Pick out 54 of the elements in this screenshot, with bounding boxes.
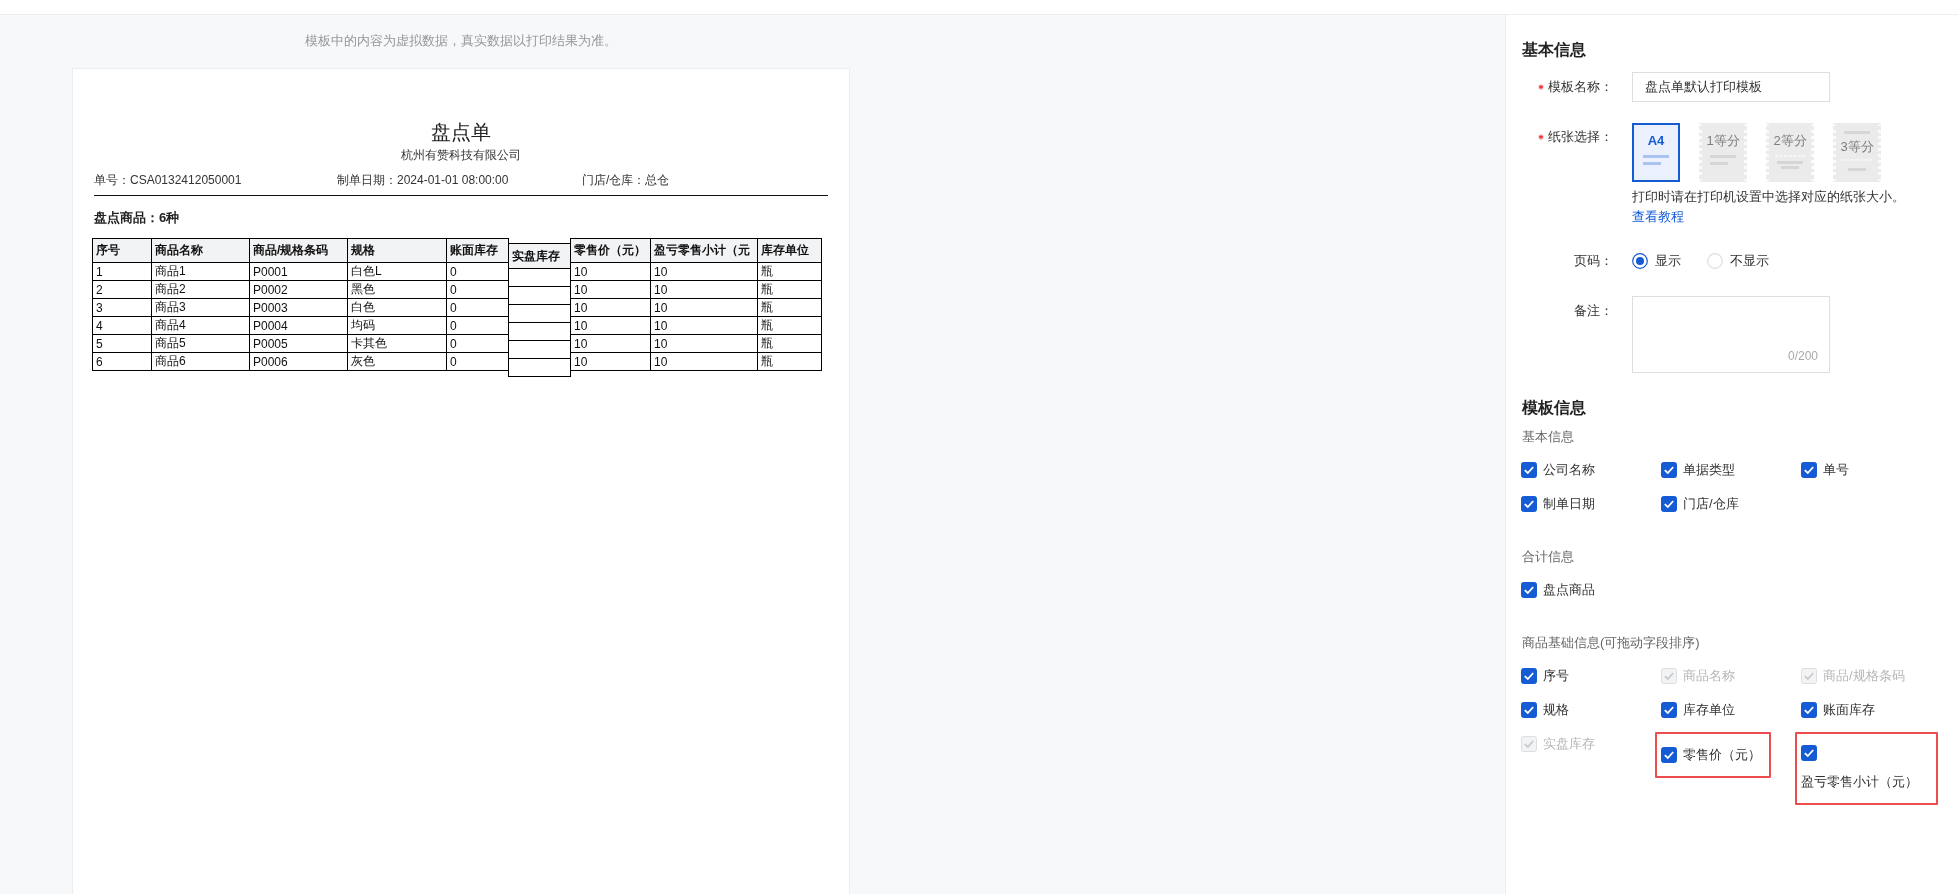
checkbox-option[interactable]: 门店/仓库: [1661, 494, 1739, 514]
form-label: 纸张选择：: [1548, 128, 1613, 146]
table-cell: 灰色: [347, 352, 447, 371]
table-header-cell: 零售价（元）: [570, 238, 651, 263]
checkbox-option[interactable]: 库存单位: [1661, 700, 1735, 720]
tutorial-link[interactable]: 查看教程: [1632, 207, 1684, 227]
group-title: 商品基础信息(可拖动字段排序): [1522, 634, 1700, 652]
checkbox-option[interactable]: 规格: [1521, 700, 1569, 720]
checkbox-option[interactable]: 零售价（元）: [1661, 745, 1761, 765]
table-header-cell: 盈亏零售小计（元: [650, 238, 758, 263]
info-field: 单号：CSA0132412050001: [94, 172, 242, 188]
checkbox-option[interactable]: 单号: [1801, 460, 1849, 480]
checkbox-option[interactable]: 单据类型: [1661, 460, 1735, 480]
company-name: 杭州有赞科技有限公司: [401, 147, 521, 163]
table-cell: 6: [92, 352, 152, 371]
document-title: 盘点单: [431, 120, 491, 145]
checkbox-option[interactable]: 盘点商品: [1521, 580, 1595, 600]
text-lines-icon: [1643, 155, 1669, 165]
paper-option[interactable]: A4: [1632, 123, 1680, 182]
checkbox-option[interactable]: 盈亏零售小计（元）: [1801, 745, 1928, 792]
text-lines-icon: [1842, 159, 1872, 173]
table-header-cell: 实盘库存: [508, 243, 571, 269]
summary-text: 盘点商品：6种: [94, 209, 180, 227]
text-lines-icon: [1775, 155, 1805, 169]
template-name-field[interactable]: 盘点单默认打印模板: [1632, 72, 1830, 102]
form-label: 备注：: [1574, 302, 1613, 320]
form-label: 页码：: [1574, 252, 1613, 270]
table-header-cell: 库存单位: [757, 238, 822, 263]
section-title: 基本信息: [1522, 40, 1586, 60]
notice-text: 模板中的内容为虚拟数据，真实数据以打印结果为准。: [305, 32, 617, 50]
radio-option[interactable]: 不显示: [1707, 251, 1769, 271]
paper-option[interactable]: 3等分: [1833, 123, 1881, 182]
table-header-cell: 账面库存: [446, 238, 509, 263]
checkbox-option[interactable]: 制单日期: [1521, 494, 1595, 514]
group-title: 基本信息: [1522, 428, 1574, 446]
table-header-cell: 商品名称: [151, 238, 250, 263]
checkbox-option[interactable]: 账面库存: [1801, 700, 1875, 720]
info-field: 制单日期：2024-01-01 08:00:00: [337, 172, 509, 188]
table-cell: 瓶: [757, 352, 822, 371]
table-header-cell: 序号: [92, 238, 152, 263]
table-header-cell: 规格: [347, 238, 447, 263]
table-header-cell: 商品/规格条码: [249, 238, 348, 263]
hint-text: 打印时请在打印机设置中选择对应的纸张大小。: [1632, 188, 1905, 206]
paper-option[interactable]: 2等分: [1766, 123, 1814, 182]
radio-option[interactable]: 显示: [1632, 251, 1681, 271]
info-field: 门店/仓库：总仓: [582, 172, 670, 188]
paper-option[interactable]: 1等分: [1699, 123, 1747, 182]
group-title: 合计信息: [1522, 548, 1574, 566]
checkbox-option[interactable]: 序号: [1521, 666, 1569, 686]
table-cell: 商品6: [151, 352, 250, 371]
char-counter: 0/200: [1787, 348, 1818, 364]
form-label: 模板名称：: [1548, 78, 1613, 96]
section-title: 模板信息: [1522, 398, 1586, 418]
checkbox-option[interactable]: 公司名称: [1521, 460, 1595, 480]
